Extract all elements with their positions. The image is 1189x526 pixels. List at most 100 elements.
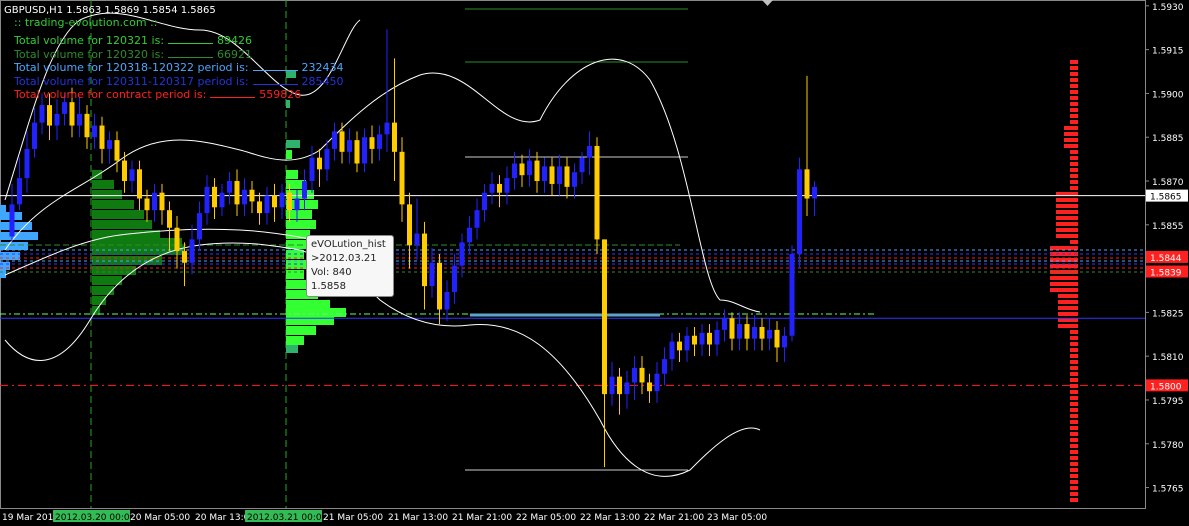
volume-profile-bar (1064, 126, 1078, 130)
candle-body (549, 166, 555, 184)
candle-body (242, 189, 247, 205)
volume-profile-bar (1070, 336, 1078, 340)
volume-profile-bar (1070, 498, 1078, 502)
candle-body (77, 113, 82, 126)
candle-body (377, 134, 382, 149)
candle-body (707, 332, 712, 345)
candle-body (557, 166, 562, 184)
volume-line: Total volume for 120320 is: 66921 (14, 48, 252, 61)
volume-profile-bar (1050, 288, 1078, 292)
volume-line-rule (168, 56, 214, 58)
volume-profile-bar (1070, 342, 1078, 346)
candle-body (189, 239, 195, 263)
y-tick-label: 1.5795 (1152, 397, 1184, 407)
candle-body (92, 125, 97, 138)
volume-profile-bar (286, 220, 316, 229)
tooltip-price: 1.5858 (311, 281, 346, 292)
volume-profile-bar (286, 150, 292, 159)
candle-body (789, 254, 795, 336)
volume-profile-bar (1070, 78, 1078, 82)
candle-body (167, 210, 172, 228)
volume-profile-bar (1070, 384, 1078, 388)
candle-body (677, 341, 682, 351)
volume-profile-bar (1058, 324, 1078, 328)
tooltip-date: >2012.03.21 (311, 253, 377, 264)
volume-profile-bar (286, 140, 300, 148)
candle-body (414, 233, 420, 246)
volume-line-rule (210, 97, 256, 98)
candle-body (197, 213, 202, 240)
volume-line-label: Total volume for 120311-120317 period is… (14, 74, 249, 88)
candle-body (662, 359, 667, 374)
volume-profile-bar (1070, 414, 1078, 418)
candle-body (504, 178, 510, 193)
candle-body (737, 324, 742, 339)
volume-profile-bar (0, 242, 28, 250)
volume-profile-bar (1070, 420, 1078, 424)
volume-line: Total volume for 120318-120322 period is… (14, 61, 344, 74)
candle-body (99, 125, 105, 149)
volume-profile-bar (1050, 282, 1078, 286)
y-tick-label: 1.5915 (1152, 47, 1184, 57)
candle-body (752, 326, 757, 339)
candle-body (797, 169, 802, 254)
volume-profile-bar (1070, 120, 1078, 124)
volume-line-value: 559826 (259, 88, 302, 101)
volume-profile-bar (1070, 150, 1078, 154)
volume-profile-bar (92, 180, 114, 189)
volume-profile-bar (1070, 174, 1078, 178)
volume-profile-bar (0, 270, 6, 278)
candle-body (699, 332, 705, 345)
candle-body (369, 137, 375, 149)
volume-profile-bar (1050, 264, 1078, 268)
volume-profile-bar (1070, 456, 1078, 460)
volume-profile-bar (1056, 204, 1078, 208)
candle-body (692, 335, 697, 345)
x-tick-label: 22 Mar 05:00 (516, 513, 576, 523)
volume-profile-bar (1070, 354, 1078, 358)
volume-profile-bar (1070, 432, 1078, 436)
volume-line-value: 89426 (217, 34, 253, 47)
volume-line-value: 232434 (301, 61, 344, 74)
volume-profile-bar (1070, 480, 1078, 484)
candle-body (17, 178, 22, 205)
y-tick-label: 1.5825 (1152, 309, 1184, 319)
y-tick-label: 1.5810 (1152, 353, 1184, 363)
candle-body (294, 198, 300, 211)
volume-profile-bar (0, 262, 10, 270)
x-tick-label: 2012.03.21 00:00 (247, 513, 328, 523)
y-tick-label: 1.5855 (1152, 222, 1184, 232)
candle-body (722, 318, 727, 330)
candle-body (684, 335, 690, 351)
y-tick-label: 1.5885 (1152, 134, 1184, 144)
site-label: :: trading-evolution.com :: (14, 16, 158, 29)
x-tick-label: 21 Mar 13:00 (388, 513, 448, 523)
candle-body (437, 262, 442, 310)
volume-profile-bar (1070, 66, 1078, 70)
volume-profile-bar (1064, 144, 1078, 148)
volume-profile-bar (1056, 216, 1078, 220)
candle-body (579, 157, 585, 173)
candle-body (459, 242, 465, 266)
volume-profile-bar (1058, 306, 1078, 310)
candle-body (159, 192, 165, 211)
candle-body (362, 137, 367, 164)
volume-profile-bar (286, 345, 298, 353)
volume-profile-bar (286, 300, 330, 309)
candle-body (302, 181, 307, 199)
candle-body (774, 329, 780, 348)
price-label: 1.5839 (1150, 269, 1182, 279)
candle-body (782, 335, 787, 348)
candle-body (347, 140, 352, 152)
candle-body (759, 326, 765, 339)
candle-body (422, 233, 427, 287)
volume-profile-bar (286, 280, 308, 289)
chart-window[interactable]: 1.5930 1.5915 1.5900 1.5885 1.5870 1.5855 1.58… (0, 0, 1189, 526)
tooltip-volume: Vol: 840 (311, 267, 352, 278)
candle-body (182, 251, 187, 263)
y-tick-label: 1.5930 (1152, 3, 1184, 13)
candle-body (129, 169, 135, 182)
candle-body (632, 367, 637, 383)
volume-profile-bar (92, 210, 144, 219)
volume-profile-bar (1056, 198, 1078, 202)
